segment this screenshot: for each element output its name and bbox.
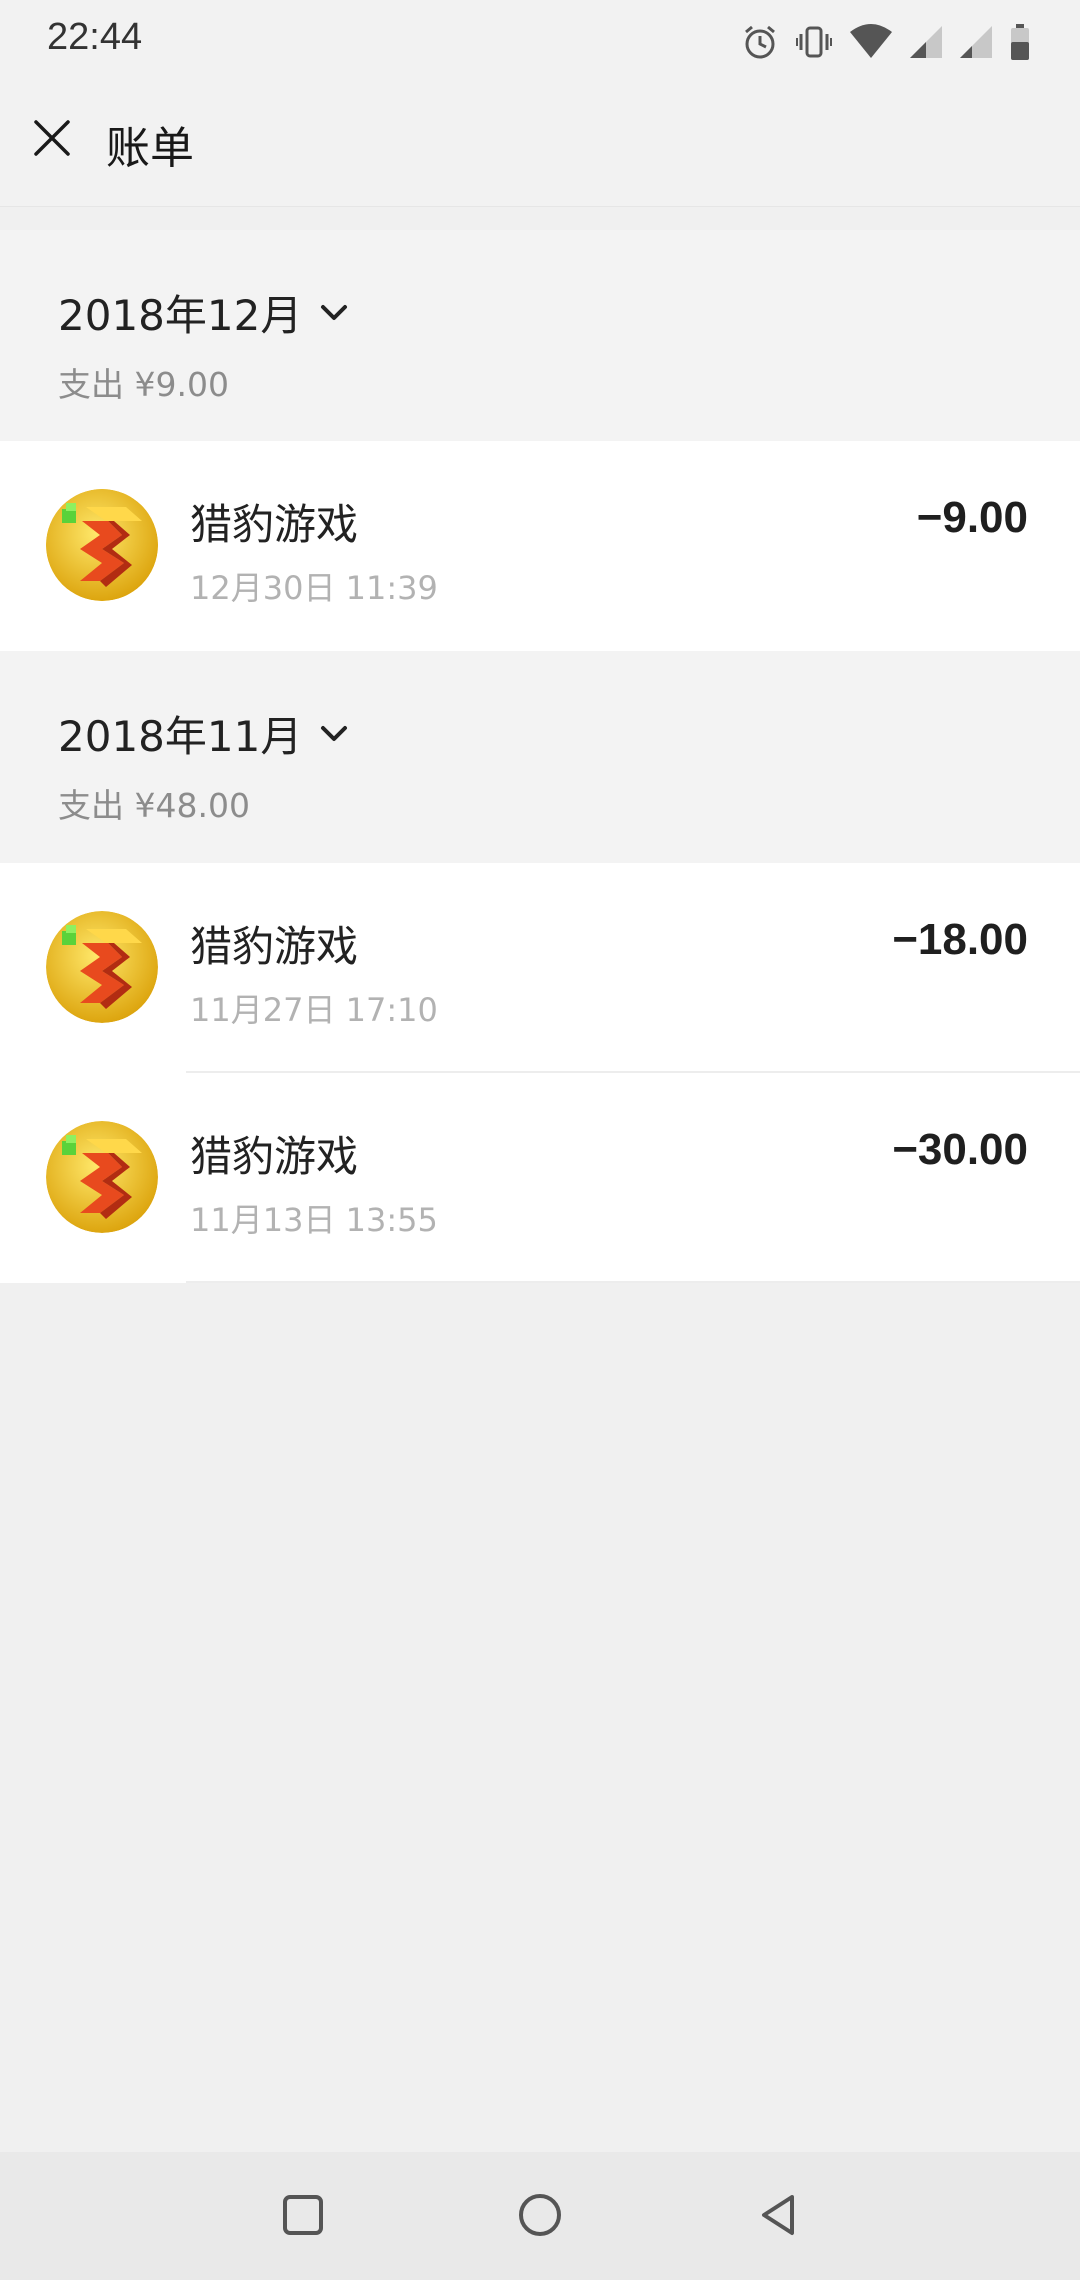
status-bar: 22:44	[0, 0, 1080, 80]
month-title: 2018年12月	[58, 291, 303, 340]
divider	[186, 1281, 1080, 1283]
month-header-2018-12[interactable]: 2018年12月 支出 ¥9.00	[0, 230, 1080, 441]
recents-button[interactable]	[278, 2192, 328, 2242]
home-icon	[517, 2192, 563, 2242]
close-button[interactable]	[22, 110, 82, 170]
battery-icon	[1008, 22, 1032, 62]
transaction-item[interactable]: 猎豹游戏 12月30日 11:39 −9.00	[0, 441, 1080, 651]
game-logo-icon	[46, 489, 158, 601]
month-summary: 支出 ¥48.00	[58, 786, 250, 825]
back-icon	[756, 2193, 800, 2241]
page-title: 账单	[106, 123, 194, 174]
signal-icon	[908, 22, 944, 62]
transaction-item[interactable]: 猎豹游戏 11月27日 17:10 −18.00	[0, 863, 1080, 1073]
app-header: 账单	[0, 80, 1080, 207]
chevron-down-icon	[318, 297, 350, 329]
month-title: 2018年11月	[58, 712, 303, 761]
merchant-name: 猎豹游戏	[190, 922, 359, 971]
merchant-name: 猎豹游戏	[190, 1132, 359, 1181]
transaction-time: 12月30日 11:39	[190, 569, 438, 607]
transaction-time: 11月27日 17:10	[190, 991, 438, 1029]
alarm-icon	[740, 22, 780, 62]
signal-icon	[958, 22, 994, 62]
transaction-amount: −30.00	[892, 1125, 1028, 1174]
back-button[interactable]	[753, 2192, 803, 2242]
chevron-down-icon	[318, 718, 350, 750]
system-nav-bar	[0, 2152, 1080, 2280]
month-selector[interactable]: 2018年12月	[58, 282, 350, 343]
home-button[interactable]	[515, 2192, 565, 2242]
bill-list: 2018年12月 支出 ¥9.00 猎豹游戏 12月30日 11:39 −9.0…	[0, 230, 1080, 1283]
month-summary: 支出 ¥9.00	[58, 365, 229, 404]
game-logo-icon	[46, 1121, 158, 1233]
transaction-time: 11月13日 13:55	[190, 1201, 438, 1239]
transaction-list: 猎豹游戏 12月30日 11:39 −9.00	[0, 441, 1080, 651]
status-time: 22:44	[47, 16, 143, 58]
recents-icon	[281, 2193, 325, 2241]
month-header-2018-11[interactable]: 2018年11月 支出 ¥48.00	[0, 651, 1080, 863]
wifi-icon	[848, 22, 894, 62]
game-logo-icon	[46, 911, 158, 1023]
transaction-list: 猎豹游戏 11月27日 17:10 −18.00 猎豹游戏 11月13日 13:…	[0, 863, 1080, 1283]
status-icons	[740, 20, 1032, 64]
vibrate-icon	[794, 22, 834, 62]
close-icon	[32, 118, 72, 162]
transaction-amount: −18.00	[892, 915, 1028, 964]
transaction-item[interactable]: 猎豹游戏 11月13日 13:55 −30.00	[0, 1073, 1080, 1283]
transaction-amount: −9.00	[916, 493, 1028, 542]
screen: 22:44 账单 2018年12月 支出 ¥9.00 猎豹游戏 12月30日 1…	[0, 0, 1080, 2280]
merchant-name: 猎豹游戏	[190, 500, 359, 549]
month-selector[interactable]: 2018年11月	[58, 703, 350, 764]
